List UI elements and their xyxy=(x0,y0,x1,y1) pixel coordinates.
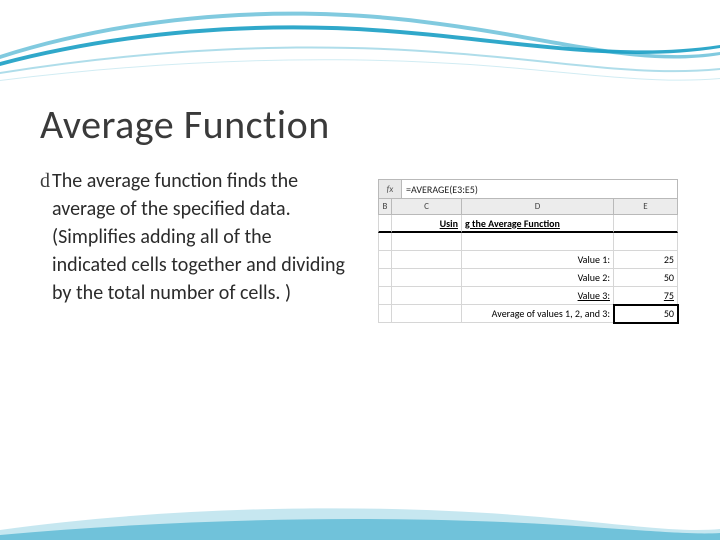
spacer-row xyxy=(378,233,678,251)
bullet-text: The average function finds the average o… xyxy=(52,167,350,307)
row-label: Value 3: xyxy=(462,287,614,305)
section-title-row: Usin g the Average Function xyxy=(378,215,678,233)
column-header-d: D xyxy=(462,199,614,215)
column-header-e: E xyxy=(614,199,678,215)
column-header-b: B xyxy=(378,199,392,215)
row-label: Value 1: xyxy=(462,251,614,269)
table-row: Value 1: 25 xyxy=(378,251,678,269)
table-row: Value 3: 75 xyxy=(378,287,678,305)
bullet-item: d The average function finds the average… xyxy=(40,167,350,323)
row-value: 50 xyxy=(614,269,678,287)
row-label: Average of values 1, 2, and 3: xyxy=(462,305,614,323)
decorative-wave-top xyxy=(0,0,720,95)
row-value: 75 xyxy=(614,287,678,305)
decorative-wave-bottom xyxy=(0,495,720,540)
table-row: Value 2: 50 xyxy=(378,269,678,287)
bullet-icon: d xyxy=(40,167,50,195)
table-row: Average of values 1, 2, and 3: 50 xyxy=(378,305,678,323)
column-header-c: C xyxy=(392,199,462,215)
formula-input: =AVERAGE(E3:E5) xyxy=(402,180,678,199)
active-cell: 50 xyxy=(614,305,678,323)
excel-figure: fx =AVERAGE(E3:E5) B C D E Usin g the Av… xyxy=(350,167,680,323)
row-value: 25 xyxy=(614,251,678,269)
formula-bar: fx =AVERAGE(E3:E5) xyxy=(378,179,678,199)
column-headers: B C D E xyxy=(378,199,678,215)
fx-icon: fx xyxy=(378,180,402,199)
row-label: Value 2: xyxy=(462,269,614,287)
slide-title: Average Function xyxy=(40,100,680,149)
